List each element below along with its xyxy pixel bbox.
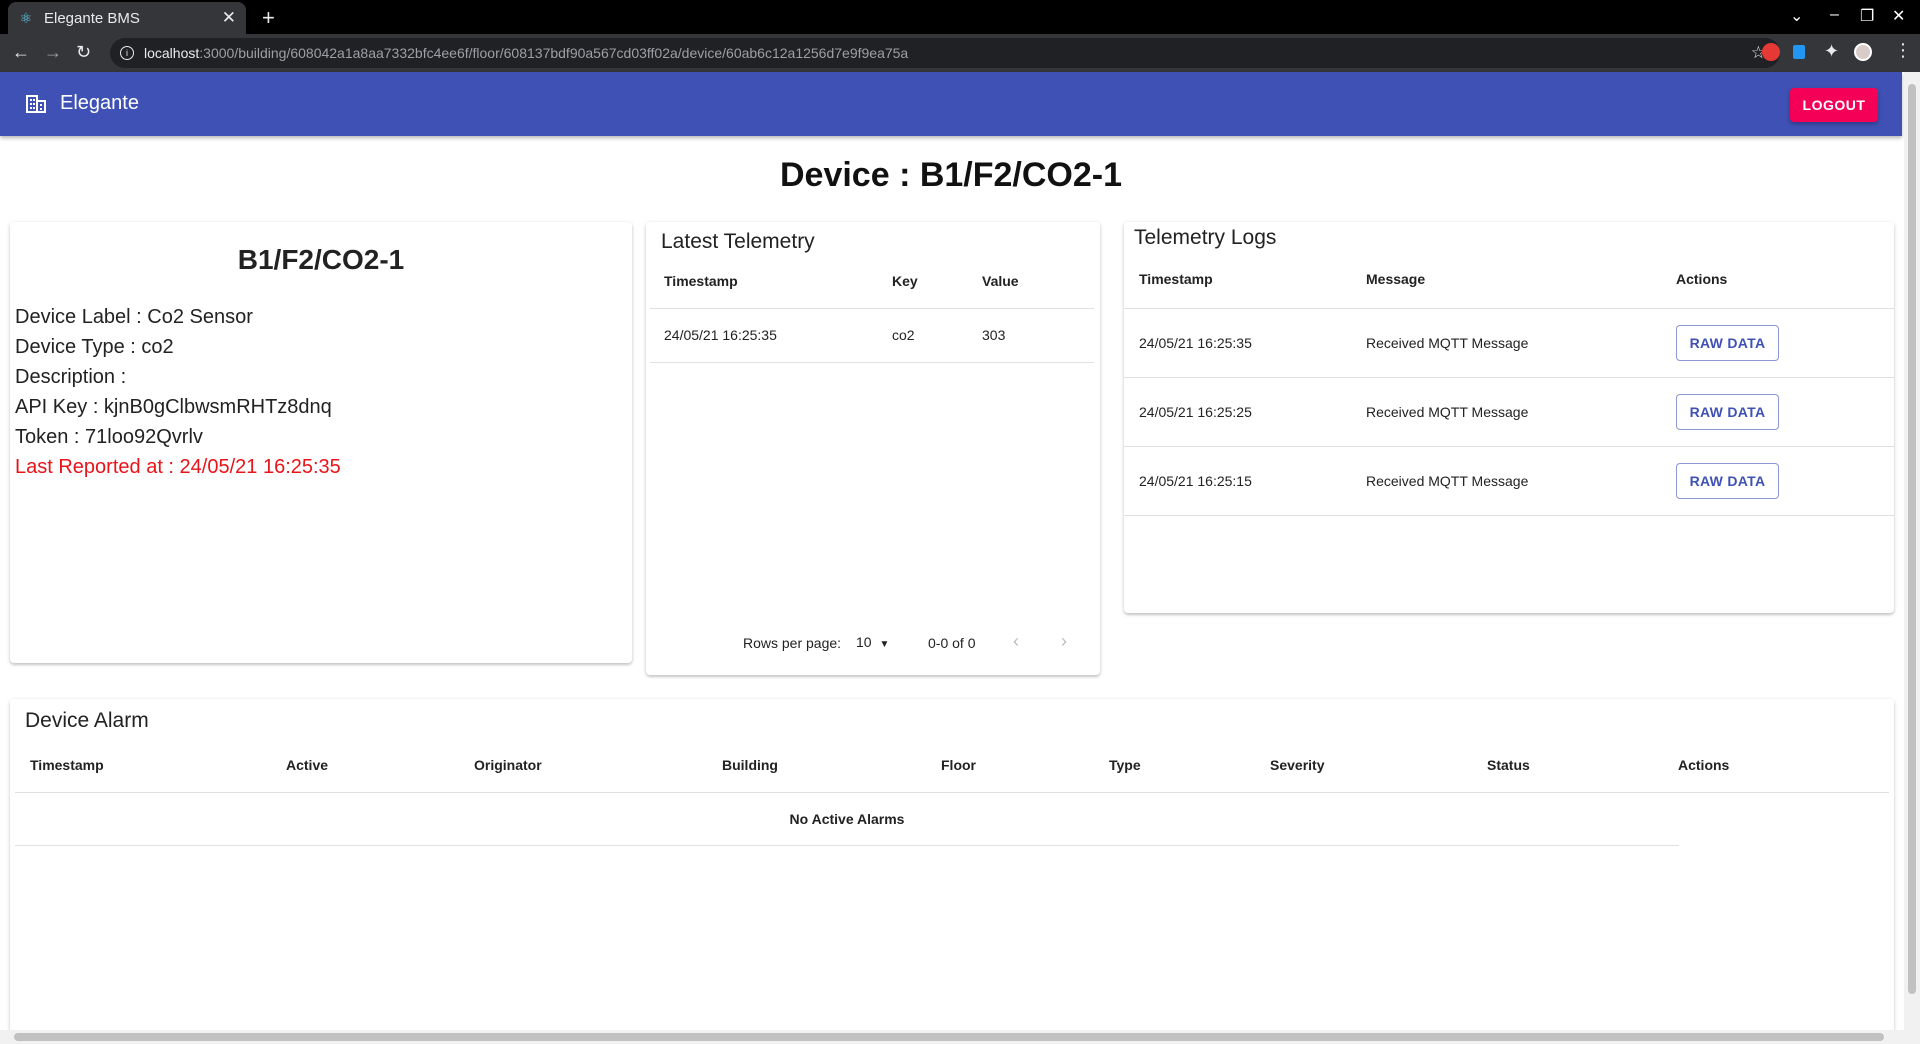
col-status[interactable]: Status: [1487, 739, 1678, 792]
log-timestamp: 24/05/21 16:25:35: [1139, 334, 1252, 351]
col-actions[interactable]: Actions: [1678, 739, 1889, 792]
device-type: Device Type : co2: [15, 336, 174, 358]
device-info-card: B1/F2/CO2-1 Device Label : Co2 Sensor De…: [10, 222, 632, 663]
url-host: localhost: [144, 45, 200, 61]
col-building[interactable]: Building: [722, 739, 941, 792]
latest-telemetry-card: Latest Telemetry Timestamp Key Value 24/…: [646, 222, 1100, 675]
telemetry-logs-table: Timestamp Message Actions 24/05/21 16:25…: [1124, 250, 1894, 516]
col-key[interactable]: Key: [892, 254, 982, 308]
col-timestamp[interactable]: Timestamp: [1124, 250, 1366, 308]
col-value[interactable]: Value: [982, 254, 1094, 308]
raw-data-button[interactable]: RAW DATA: [1676, 393, 1779, 430]
minimize-icon[interactable]: –: [1830, 6, 1839, 24]
forward-icon[interactable]: →: [44, 42, 62, 63]
reload-icon[interactable]: ↻: [76, 42, 91, 63]
col-severity[interactable]: Severity: [1270, 739, 1487, 792]
device-description: Description :: [15, 366, 127, 388]
browser-menu-icon[interactable]: ⋮: [1894, 40, 1912, 61]
log-message: Received MQTT Message: [1366, 403, 1529, 420]
col-originator[interactable]: Originator: [474, 739, 722, 792]
rows-per-page-select[interactable]: 10 ▼: [856, 634, 889, 650]
dropdown-caret-icon: ▼: [879, 639, 890, 650]
col-type[interactable]: Type: [1109, 739, 1270, 792]
col-message[interactable]: Message: [1366, 250, 1676, 308]
col-actions[interactable]: Actions: [1676, 250, 1894, 308]
row-key: co2: [892, 327, 915, 343]
extension-icon[interactable]: [1762, 43, 1780, 61]
table-row: 24/05/21 16:25:15 Received MQTT Message …: [1124, 446, 1894, 515]
device-alarm-card: Device Alarm Timestamp Active Originator…: [10, 699, 1894, 1044]
maximize-icon[interactable]: ❐: [1860, 6, 1874, 26]
browser-tabbar: ⚛ Elegante BMS ✕ + ⌄ – ❐ ✕: [0, 0, 1920, 34]
close-tab-icon[interactable]: ✕: [222, 8, 236, 28]
raw-data-button[interactable]: RAW DATA: [1676, 462, 1779, 499]
col-timestamp[interactable]: Timestamp: [15, 739, 286, 792]
log-message: Received MQTT Message: [1366, 472, 1529, 489]
profile-menu-icon[interactable]: ⌄: [1790, 6, 1803, 26]
avatar[interactable]: [1854, 43, 1872, 61]
last-reported: Last Reported at : 24/05/21 16:25:35: [15, 456, 341, 478]
rows-per-page-label: Rows per page:: [743, 635, 842, 651]
table-row: 24/05/21 16:25:35 co2 303: [650, 308, 1094, 362]
log-timestamp: 24/05/21 16:25:15: [1139, 472, 1252, 489]
device-label: Device Label : Co2 Sensor: [15, 306, 253, 328]
log-message: Received MQTT Message: [1366, 334, 1529, 351]
pagination-range: 0-0 of 0: [928, 635, 976, 651]
page-title: Device : B1/F2/CO2-1: [779, 156, 1123, 194]
raw-data-button[interactable]: RAW DATA: [1676, 324, 1779, 361]
next-page-icon[interactable]: ›: [1061, 631, 1067, 652]
telemetry-logs-card: Telemetry Logs Timestamp Message Actions…: [1124, 222, 1894, 613]
telemetry-logs-title: Telemetry Logs: [1134, 226, 1277, 249]
extensions-puzzle-icon[interactable]: ✦: [1824, 41, 1839, 62]
vertical-scrollbar[interactable]: [1904, 72, 1920, 1044]
react-icon: ⚛: [19, 9, 33, 26]
rows-per-page-value: 10: [856, 634, 872, 650]
col-active[interactable]: Active: [286, 739, 474, 792]
device-alarm-title: Device Alarm: [25, 709, 149, 732]
table-row: 24/05/21 16:25:35 Received MQTT Message …: [1124, 308, 1894, 377]
extension-gem-icon[interactable]: [1793, 45, 1805, 59]
no-alarms-message: No Active Alarms: [15, 793, 1679, 846]
log-timestamp: 24/05/21 16:25:25: [1139, 403, 1252, 420]
scrollbar-thumb[interactable]: [14, 1033, 1884, 1041]
row-value: 303: [982, 327, 1006, 343]
logout-button[interactable]: LOGOUT: [1790, 88, 1878, 122]
device-token: Token : 71loo92Qvrlv: [15, 426, 203, 448]
latest-telemetry-table: Timestamp Key Value 24/05/21 16:25:35 co…: [650, 254, 1094, 363]
browser-tab[interactable]: ⚛ Elegante BMS ✕: [8, 2, 246, 34]
table-row: 24/05/21 16:25:25 Received MQTT Message …: [1124, 377, 1894, 446]
horizontal-scrollbar[interactable]: [0, 1030, 1904, 1044]
prev-page-icon[interactable]: ‹: [1013, 631, 1019, 652]
browser-toolbar: ← → ↻ i localhost :3000/building/608042a…: [0, 34, 1920, 72]
site-info-icon[interactable]: i: [120, 46, 134, 60]
building-icon: [26, 95, 46, 113]
app-bar: Elegante LOGOUT: [0, 72, 1902, 136]
row-timestamp: 24/05/21 16:25:35: [664, 327, 777, 343]
new-tab-icon[interactable]: +: [262, 5, 275, 31]
device-api-key: API Key : kjnB0gClbwsmRHTz8dnq: [15, 396, 332, 418]
url-path: :3000/building/608042a1a8aa7332bfc4ee6f/…: [199, 45, 909, 61]
device-alarm-table: Timestamp Active Originator Building Flo…: [15, 739, 1889, 793]
address-bar[interactable]: i localhost :3000/building/608042a1a8aa7…: [110, 38, 1780, 68]
close-window-icon[interactable]: ✕: [1892, 6, 1905, 26]
latest-telemetry-title: Latest Telemetry: [661, 230, 815, 253]
col-floor[interactable]: Floor: [941, 739, 1109, 792]
device-name: B1/F2/CO2-1: [237, 244, 405, 275]
col-timestamp[interactable]: Timestamp: [650, 254, 892, 308]
tab-title: Elegante BMS: [44, 9, 140, 27]
scrollbar-thumb[interactable]: [1908, 84, 1916, 994]
brand-name[interactable]: Elegante: [60, 92, 139, 115]
back-icon[interactable]: ←: [12, 42, 30, 63]
